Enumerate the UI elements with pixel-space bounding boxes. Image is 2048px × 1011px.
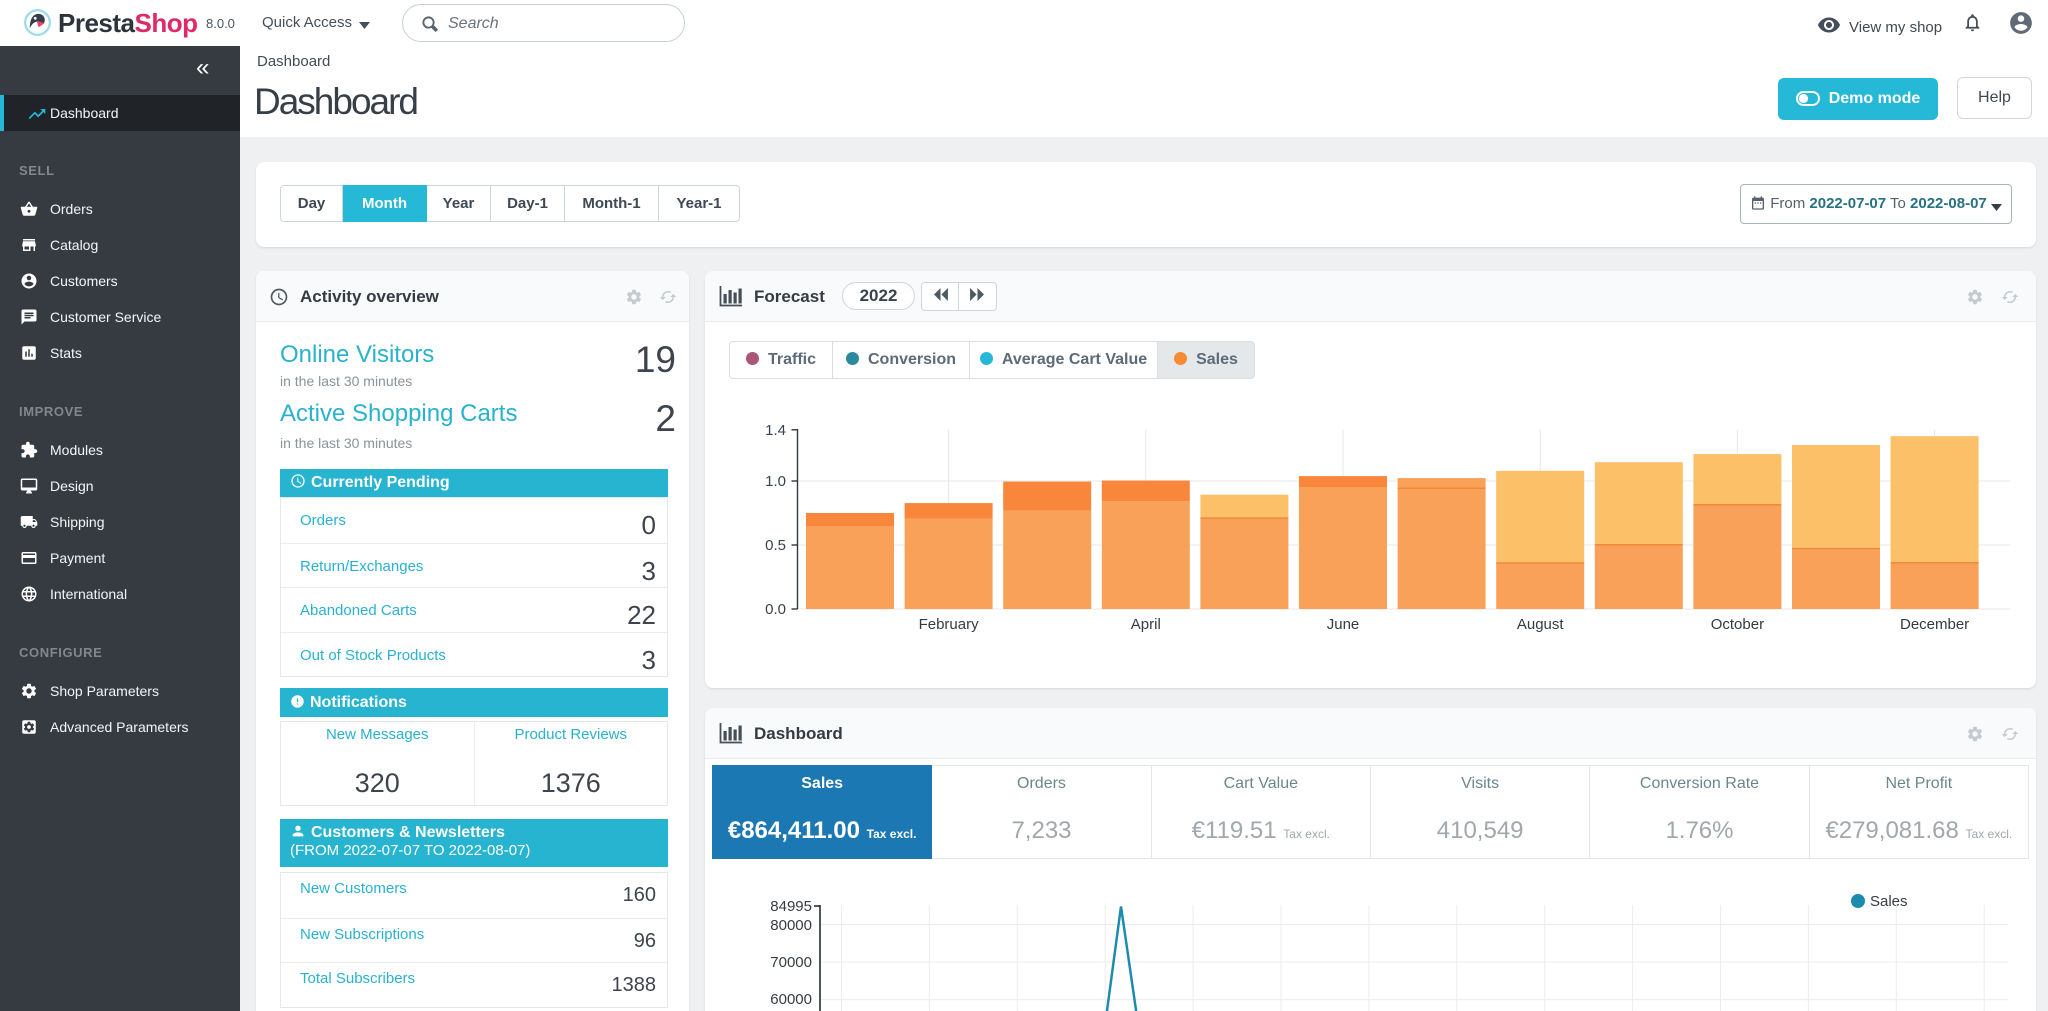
svg-text:80000: 80000 — [770, 917, 812, 934]
svg-text:December: December — [1900, 616, 1969, 633]
svg-text:April: April — [1131, 616, 1161, 633]
svg-text:October: October — [1711, 616, 1764, 633]
svg-text:0.5: 0.5 — [765, 537, 786, 554]
svg-text:70000: 70000 — [770, 954, 812, 971]
svg-text:August: August — [1517, 616, 1565, 633]
svg-text:60000: 60000 — [770, 991, 812, 1008]
svg-text:February: February — [919, 616, 980, 633]
svg-text:1.4: 1.4 — [765, 422, 786, 439]
svg-text:84995: 84995 — [770, 898, 812, 915]
svg-text:1.0: 1.0 — [765, 473, 786, 490]
svg-text:June: June — [1327, 616, 1360, 633]
svg-text:0.0: 0.0 — [765, 601, 786, 618]
